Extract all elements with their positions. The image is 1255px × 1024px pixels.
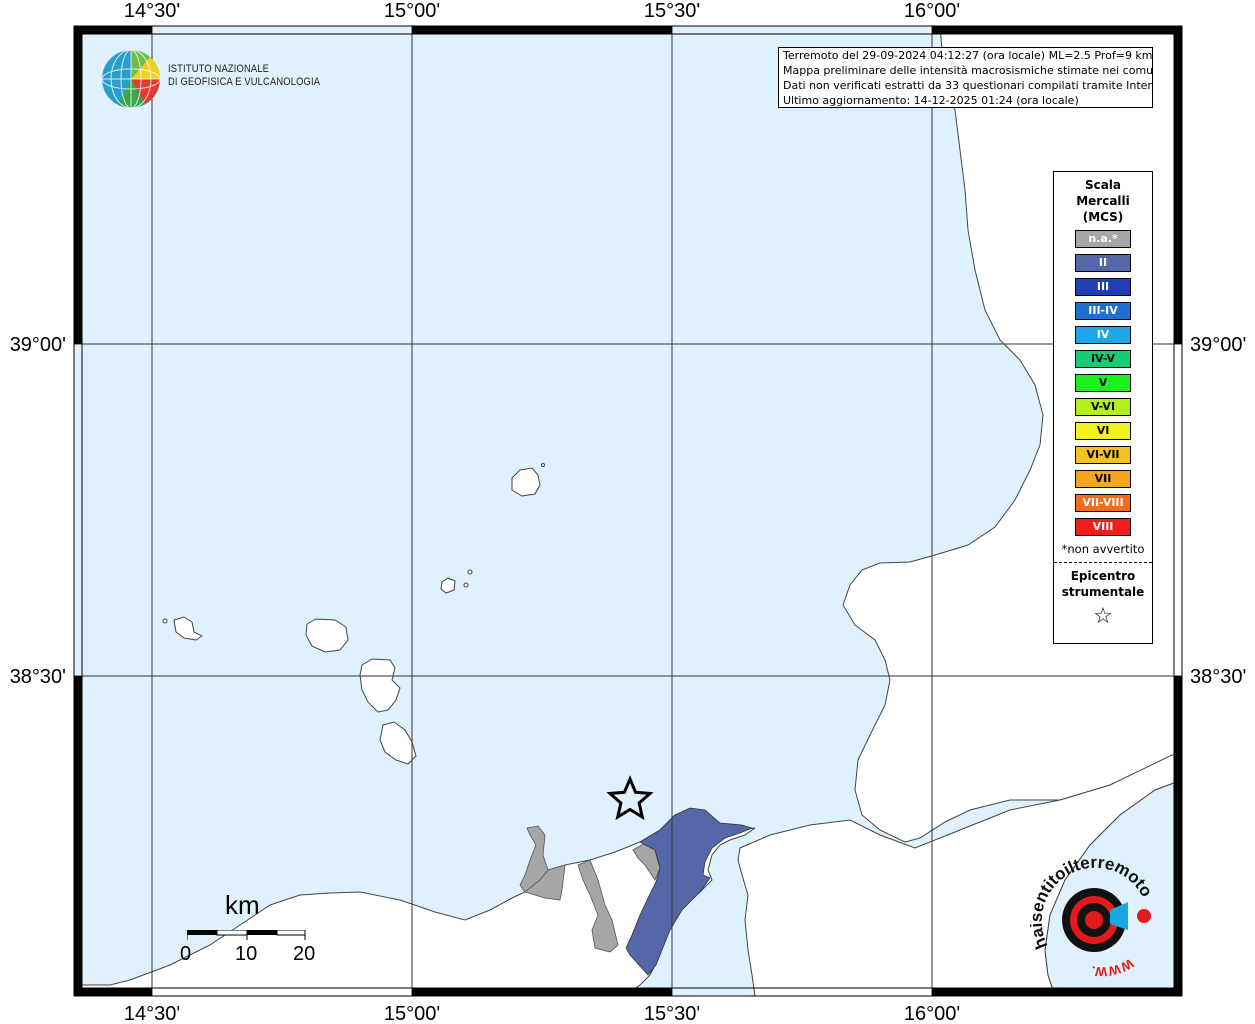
lon-label-top: 15°00' [384, 0, 440, 22]
scale-bar: km 0 10 20 [180, 890, 333, 980]
svg-text:WWW.: WWW. [1090, 956, 1136, 978]
lat-label-right: 38°30' [1190, 666, 1246, 688]
lat-label-right: 39°00' [1190, 334, 1246, 356]
map-description-line: Mappa preliminare delle intensità macros… [783, 64, 1153, 77]
lon-label-bottom: 15°00' [384, 1003, 440, 1024]
intensity-swatch: III [1075, 278, 1131, 296]
intensity-swatch: VI-VII [1075, 446, 1131, 464]
islet [162, 618, 168, 624]
intensity-swatch: VIII [1075, 518, 1131, 536]
intensity-swatch: II [1075, 254, 1131, 272]
lon-label-top: 15°30' [644, 0, 700, 22]
last-update-line: Ultimo aggiornamento: 14-12-2025 01:24 (… [783, 94, 1079, 107]
event-info-box: Terremoto del 29-09-2024 04:12:27 (ora l… [778, 47, 1153, 108]
lon-label-top: 16°00' [904, 0, 960, 22]
intensity-swatch: IV [1075, 326, 1131, 344]
scale-bar-tick-label: 20 [293, 943, 316, 965]
lon-label-bottom: 15°30' [644, 1003, 700, 1024]
intensity-swatch: VI [1075, 422, 1131, 440]
islet [463, 582, 469, 588]
haisentitoilterremoto-logo-icon: haisentitoilterremoto.it WWW. [1030, 858, 1156, 978]
intensity-swatch: V [1075, 374, 1131, 392]
ingv-line1: ISTITUTO NAZIONALE [168, 63, 270, 75]
scale-bar-graphic [187, 930, 306, 940]
intensity-swatch: V-VI [1075, 398, 1131, 416]
lon-label-top: 14°30' [124, 0, 180, 22]
intensity-swatch: VII-VIII [1075, 494, 1131, 512]
intensity-swatch: III-IV [1075, 302, 1131, 320]
legend-note: *non avvertito [1061, 542, 1145, 556]
data-source-line: Dati non verificati estratti da 33 quest… [783, 79, 1153, 92]
event-line: Terremoto del 29-09-2024 04:12:27 (ora l… [783, 49, 1153, 62]
intensity-swatch: VII [1075, 470, 1131, 488]
scale-bar-unit: km [225, 890, 260, 920]
ingv-logo-text: ISTITUTO NAZIONALE DI GEOFISICA E VULCAN… [168, 63, 320, 89]
islet [541, 463, 545, 467]
legend-divider [1054, 562, 1152, 563]
islet [467, 569, 473, 575]
intensity-swatch: IV-V [1075, 350, 1131, 368]
intensity-scale: n.a.* II III III-IV IV IV-V V V-VI VI VI-VII VII VI… [1054, 230, 1152, 536]
epicenter-legend-star-icon: ☆ [1093, 604, 1113, 629]
legend: Scala Mercalli (MCS) n.a.* II III III-IV IV I… [1053, 171, 1153, 644]
hst-logo-www: WWW. [1090, 956, 1136, 978]
scale-bar-tick-label: 0 [180, 943, 192, 965]
scale-bar-tick-label: 10 [235, 943, 258, 965]
lat-label-left: 38°30' [10, 666, 66, 688]
legend-title: Scala Mercalli (MCS) [1076, 178, 1130, 224]
ingv-line2: DI GEOFISICA E VULCANOLOGIA [168, 76, 321, 88]
epicenter-legend-title: Epicentro strumentale [1061, 569, 1145, 599]
ingv-logo-icon [101, 49, 161, 109]
intensity-swatch: n.a.* [1075, 230, 1131, 248]
lon-label-bottom: 14°30' [124, 1003, 180, 1024]
lat-label-left: 39°00' [10, 334, 66, 356]
lon-label-bottom: 16°00' [904, 1003, 960, 1024]
